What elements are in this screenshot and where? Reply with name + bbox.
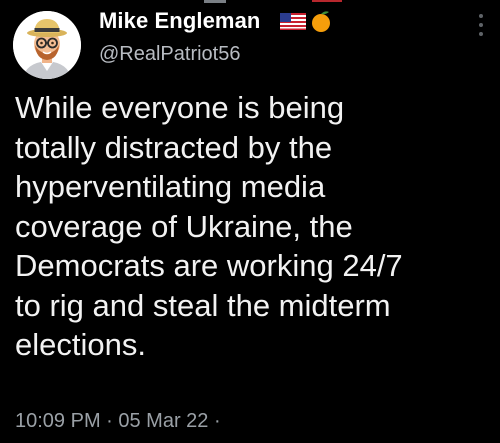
tweet-text-line: While everyone is being [15,90,345,125]
tweet-text: While everyone is being totally distract… [15,88,495,365]
tweet-text-line: coverage of Ukraine, the [15,208,353,244]
author-display-name[interactable]: Mike Engleman [99,8,260,34]
tweet-text-line: Democrats are working 24/7 [15,248,403,283]
cropped-content-fragment [204,0,226,3]
orange-fruit-icon [309,9,333,38]
avatar-illustration-icon [13,11,81,79]
tweet-text-line: totally distracted by the [15,129,333,165]
tweet-text-line: hyperventilating media [15,169,326,204]
more-options-icon[interactable] [476,14,486,48]
author-handle[interactable]: @RealPatriot56 [99,43,240,66]
cropped-content-fragment [312,0,342,2]
author-badges [280,9,333,38]
tweet-text-line: elections. [15,327,146,362]
tweet-text-line: to rig and steal the midterm [15,287,391,323]
us-flag-icon [280,12,306,35]
tweet-card: Mike Engleman @RealPatriot56 While every… [0,0,500,443]
tweet-timestamp[interactable]: 10:09 PM · 05 Mar 22 · [15,410,221,433]
avatar[interactable] [13,11,81,79]
